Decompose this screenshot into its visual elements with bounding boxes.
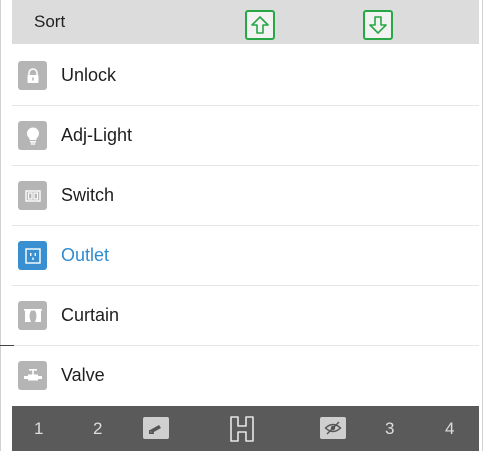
- left-edge-line: [0, 0, 1, 451]
- lock-icon: [18, 61, 47, 90]
- device-label: Adj-Light: [61, 125, 133, 145]
- device-list: Unlock Adj-Light Switch Outlet Curtain V…: [12, 46, 479, 406]
- tab-1[interactable]: 1: [34, 419, 43, 439]
- device-label: Outlet: [61, 245, 110, 265]
- h-icon[interactable]: [228, 415, 256, 443]
- device-label: Curtain: [61, 305, 120, 325]
- sort-header: Sort: [12, 0, 479, 44]
- arrow-down-icon: [369, 16, 387, 34]
- valve-icon: [18, 361, 47, 390]
- list-item-curtain[interactable]: Curtain: [12, 286, 479, 346]
- outlet-icon: [18, 241, 47, 270]
- tab-3[interactable]: 3: [385, 419, 394, 439]
- curtain-icon: [18, 301, 47, 330]
- switch-icon: [18, 181, 47, 210]
- edge-marker: [0, 345, 14, 346]
- move-down-button[interactable]: [363, 10, 393, 40]
- device-label: Unlock: [61, 65, 117, 85]
- list-item-valve[interactable]: Valve: [12, 346, 479, 406]
- arrow-up-icon: [251, 16, 269, 34]
- bulb-icon: [18, 121, 47, 150]
- list-item-switch[interactable]: Switch: [12, 166, 479, 226]
- page-title: Sort: [34, 12, 66, 31]
- bottom-tab-bar: 1 2 3 4: [12, 406, 479, 451]
- tab-2[interactable]: 2: [93, 419, 102, 439]
- sort-screen: Sort Unlock Adj-Light Switch Outlet Curt…: [0, 0, 483, 451]
- list-item-unlock[interactable]: Unlock: [12, 46, 479, 106]
- move-up-button[interactable]: [245, 10, 275, 40]
- eye-off-icon[interactable]: [320, 417, 346, 439]
- device-label: Switch: [61, 185, 115, 205]
- camera-icon[interactable]: [143, 417, 169, 439]
- device-label: Valve: [61, 365, 105, 385]
- tab-4[interactable]: 4: [445, 419, 454, 439]
- list-item-outlet[interactable]: Outlet: [12, 226, 479, 286]
- list-item-adj-light[interactable]: Adj-Light: [12, 106, 479, 166]
